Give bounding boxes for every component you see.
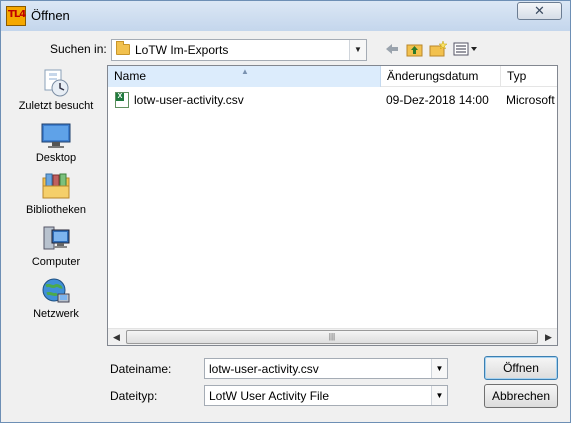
lookin-value: LoTW Im-Exports <box>135 43 229 57</box>
place-libraries[interactable]: Bibliotheken <box>8 172 104 222</box>
place-label: Desktop <box>35 152 77 164</box>
libraries-icon <box>40 172 72 202</box>
dialog-title: Öffnen <box>31 8 70 23</box>
app-logo-icon: TL4 <box>6 6 26 26</box>
filetype-select[interactable]: LotW User Activity File ▼ <box>204 385 448 406</box>
place-recent[interactable]: Zuletzt besucht <box>8 68 104 118</box>
filename-combobox[interactable]: lotw-user-activity.csv ▼ <box>204 358 448 379</box>
open-button[interactable]: Öffnen <box>484 356 558 380</box>
network-icon <box>40 276 72 306</box>
place-network[interactable]: Netzwerk <box>8 276 104 326</box>
file-list[interactable]: ▲ Name Änderungsdatum Typ lotw-user-acti… <box>107 65 558 346</box>
computer-icon <box>40 224 72 254</box>
up-folder-icon[interactable] <box>406 39 424 59</box>
chevron-down-icon[interactable]: ▼ <box>431 359 447 378</box>
column-header-date[interactable]: Änderungsdatum <box>381 66 501 87</box>
column-label: Änderungsdatum <box>387 69 479 83</box>
folder-icon <box>116 41 130 55</box>
excel-csv-icon <box>115 92 129 108</box>
filename-value: lotw-user-activity.csv <box>209 362 319 376</box>
sort-ascending-icon: ▲ <box>241 67 249 76</box>
column-label: Name <box>114 69 147 83</box>
close-button[interactable]: ✕ <box>517 2 562 20</box>
lookin-combobox[interactable]: LoTW Im-Exports ▼ <box>111 39 367 61</box>
file-type: Microsoft <box>506 93 555 107</box>
title-bar: TL4 Öffnen ✕ <box>1 1 570 31</box>
file-row[interactable]: lotw-user-activity.csv 09-Dez-2018 14:00… <box>108 91 557 109</box>
list-header: ▲ Name Änderungsdatum Typ <box>108 66 557 87</box>
place-computer[interactable]: Computer <box>8 224 104 274</box>
desktop-icon <box>40 120 72 150</box>
dialog-body: Suchen in: LoTW Im-Exports ▼ Zuletzt bes… <box>8 31 564 416</box>
chevron-down-icon[interactable]: ▼ <box>349 40 366 60</box>
filetype-value: LotW User Activity File <box>209 389 330 403</box>
column-header-type[interactable]: Typ <box>501 66 561 87</box>
chevron-down-icon[interactable]: ▼ <box>431 386 447 405</box>
place-desktop[interactable]: Desktop <box>8 120 104 170</box>
scroll-left-icon[interactable]: ◀ <box>108 329 125 345</box>
place-label: Bibliotheken <box>26 204 86 216</box>
new-folder-icon[interactable] <box>429 39 448 59</box>
places-bar: Zuletzt besucht Desktop Bibliotheken Com… <box>8 63 104 353</box>
file-date: 09-Dez-2018 14:00 <box>386 93 489 107</box>
filetype-label: Dateityp: <box>110 389 158 403</box>
back-arrow-icon[interactable] <box>384 39 400 59</box>
column-header-name[interactable]: ▲ Name <box>108 66 381 87</box>
view-menu-icon[interactable] <box>453 39 479 59</box>
cancel-button[interactable]: Abbrechen <box>484 384 558 408</box>
lookin-label: Suchen in: <box>50 42 107 56</box>
filename-label: Dateiname: <box>110 362 172 376</box>
scroll-right-icon[interactable]: ▶ <box>540 329 557 345</box>
column-label: Typ <box>507 69 527 83</box>
file-name: lotw-user-activity.csv <box>134 93 244 107</box>
horizontal-scrollbar[interactable]: ◀ ||| ▶ <box>108 328 557 345</box>
recent-places-icon <box>40 68 72 98</box>
scroll-thumb[interactable]: ||| <box>126 330 538 344</box>
place-label: Netzwerk <box>33 308 79 320</box>
open-dialog: TL4 Öffnen ✕ Suchen in: LoTW Im-Exports … <box>0 0 571 423</box>
place-label: Zuletzt besucht <box>18 100 94 112</box>
place-label: Computer <box>31 256 81 268</box>
